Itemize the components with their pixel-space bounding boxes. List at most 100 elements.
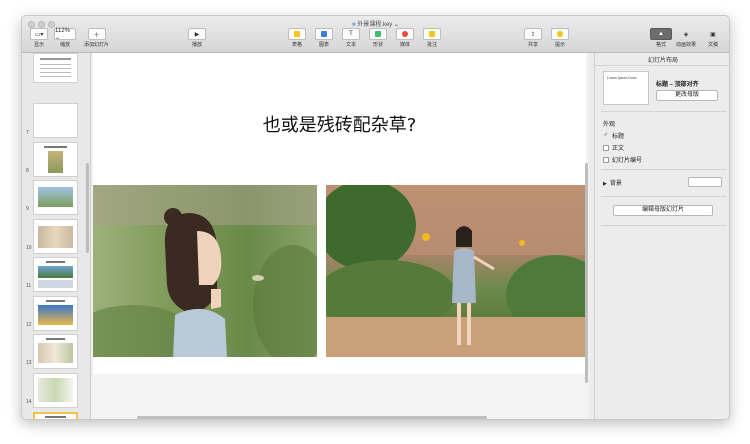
title-option-label: 标题 [612, 134, 625, 140]
slide-number-checkbox[interactable] [603, 157, 609, 164]
slide-navigator: 7 8 9 10 11 12 13 14 [22, 53, 91, 419]
slide-thumbnail-selected[interactable] [33, 412, 78, 419]
tips-button[interactable]: 提示 [551, 28, 569, 52]
table-button[interactable]: 表格 [288, 28, 306, 52]
change-master-button[interactable]: 更改母版 [656, 90, 718, 101]
text-button[interactable]: T 文本 [342, 28, 360, 52]
layout-name: 标题 – 顶部对齐 [656, 82, 699, 88]
media-label: 媒体 [399, 42, 410, 48]
background-label: 背景 [609, 181, 622, 187]
slide-number: 14 [26, 399, 32, 405]
layout-thumbnail[interactable]: Lorem Ipsum Dolor [603, 71, 649, 105]
sidebar-view-icon: ▭▾ [30, 28, 48, 40]
slide-thumbnail[interactable] [33, 334, 78, 369]
edit-master-slide-button[interactable]: 编辑母版幻灯片 [613, 205, 713, 216]
slide-thumbnail[interactable] [33, 296, 78, 331]
navigator-scrollbar[interactable] [86, 163, 89, 253]
canvas-vertical-scrollbar[interactable] [585, 163, 588, 383]
animate-label: 动画效果 [676, 42, 697, 48]
play-button[interactable]: ▶ 播放 [188, 28, 206, 52]
body-checkbox[interactable] [603, 145, 609, 152]
slide-photo-right[interactable] [326, 185, 587, 357]
share-label: 共享 [527, 42, 538, 48]
comment-button[interactable]: 批注 [423, 28, 441, 52]
slide-number-option-label: 幻灯片编号 [612, 158, 643, 164]
body-option-label: 正文 [612, 146, 625, 152]
divider [601, 111, 726, 112]
view-button[interactable]: ▭▾ 显示 [30, 28, 48, 52]
divider [601, 196, 726, 197]
background-row[interactable]: ▶ 背景 [603, 178, 622, 187]
slide-number: 8 [26, 168, 29, 174]
play-icon: ▶ [188, 28, 206, 40]
format-label: 格式 [655, 42, 666, 48]
text-icon: T [342, 28, 360, 40]
body-checkbox-row[interactable]: 正文 [603, 143, 624, 152]
panel-header: 幻灯片布局 [647, 58, 678, 64]
divider [601, 225, 726, 226]
slide-thumbnail[interactable] [33, 257, 78, 292]
keynote-window: ■ 外景课程.key ⌄ ▭▾ 显示 112% ⌄ 缩放 ＋ 添加幻灯片 ▶ 播… [21, 15, 730, 420]
zoom-button[interactable]: 112% ⌄ 缩放 [54, 28, 76, 52]
media-button[interactable]: 媒体 [396, 28, 414, 52]
slide-photo-left[interactable] [93, 185, 317, 357]
divider [601, 169, 726, 170]
toolbar: ■ 外景课程.key ⌄ ▭▾ 显示 112% ⌄ 缩放 ＋ 添加幻灯片 ▶ 播… [22, 16, 729, 53]
shape-button[interactable]: 形状 [369, 28, 387, 52]
slide-thumbnail[interactable] [33, 142, 78, 177]
table-label: 表格 [291, 42, 302, 48]
slide-thumbnail[interactable] [33, 219, 78, 254]
add-slide-button[interactable]: ＋ 添加幻灯片 [84, 28, 109, 52]
divider [595, 65, 729, 66]
slide-number: 10 [26, 245, 32, 251]
add-slide-label: 添加幻灯片 [84, 42, 110, 48]
slide-thumbnail[interactable] [33, 180, 78, 215]
background-color-well[interactable] [688, 177, 722, 187]
view-label: 显示 [33, 42, 44, 48]
plus-icon: ＋ [87, 28, 106, 40]
animate-icon: ◈ [683, 31, 689, 38]
slide-number: 13 [26, 360, 32, 366]
document-panel-icon: ▣ [710, 31, 716, 38]
title-checkbox-row[interactable]: ✓ 标题 [603, 131, 624, 140]
play-label: 播放 [191, 42, 202, 48]
slide-number: 7 [26, 130, 29, 136]
tips-label: 提示 [554, 42, 565, 48]
chart-button[interactable]: 图表 [315, 28, 333, 52]
shape-icon [369, 28, 387, 40]
canvas-horizontal-scrollbar[interactable] [137, 416, 487, 419]
girl-profile-image [93, 185, 317, 357]
slide-number: 9 [26, 206, 29, 212]
layout-thumb-text: Lorem Ipsum Dolor [607, 76, 637, 80]
slide-number: 11 [26, 283, 32, 289]
comment-icon [423, 28, 441, 40]
table-icon [288, 28, 306, 40]
animate-button[interactable]: ◈ 动画效果 [676, 28, 696, 52]
share-button[interactable]: ⇪ 共享 [524, 28, 542, 52]
slide-canvas: 也或是残砖配杂草? [92, 53, 589, 419]
lightbulb-icon [551, 28, 569, 40]
text-label: 文本 [345, 42, 356, 48]
format-button[interactable]: ▲ 格式 [650, 28, 672, 52]
slide-thumbnail[interactable] [33, 373, 78, 408]
brush-icon: ▲ [650, 28, 672, 40]
window-title: ■ 外景课程.key ⌄ [22, 19, 729, 28]
checkmark-icon[interactable]: ✓ [603, 133, 609, 139]
document-label: 文稿 [707, 42, 718, 48]
slide-title[interactable]: 也或是残砖配杂草? [93, 111, 586, 137]
slide-thumbnail[interactable] [33, 53, 78, 83]
shape-label: 形状 [372, 42, 383, 48]
share-icon: ⇪ [524, 28, 542, 40]
slide-number: 12 [26, 322, 32, 328]
slide[interactable]: 也或是残砖配杂草? [93, 53, 587, 374]
zoom-label: 缩放 [59, 42, 70, 48]
slide-number-checkbox-row[interactable]: 幻灯片编号 [603, 155, 642, 164]
media-icon [396, 28, 414, 40]
girl-sunflowers-image [326, 185, 587, 357]
chart-icon [315, 28, 333, 40]
chart-label: 图表 [318, 42, 329, 48]
appearance-heading: 外观 [603, 122, 616, 128]
slide-thumbnail[interactable] [33, 103, 78, 138]
disclosure-triangle-icon[interactable]: ▶ [603, 181, 607, 187]
document-button[interactable]: ▣ 文稿 [706, 28, 720, 52]
